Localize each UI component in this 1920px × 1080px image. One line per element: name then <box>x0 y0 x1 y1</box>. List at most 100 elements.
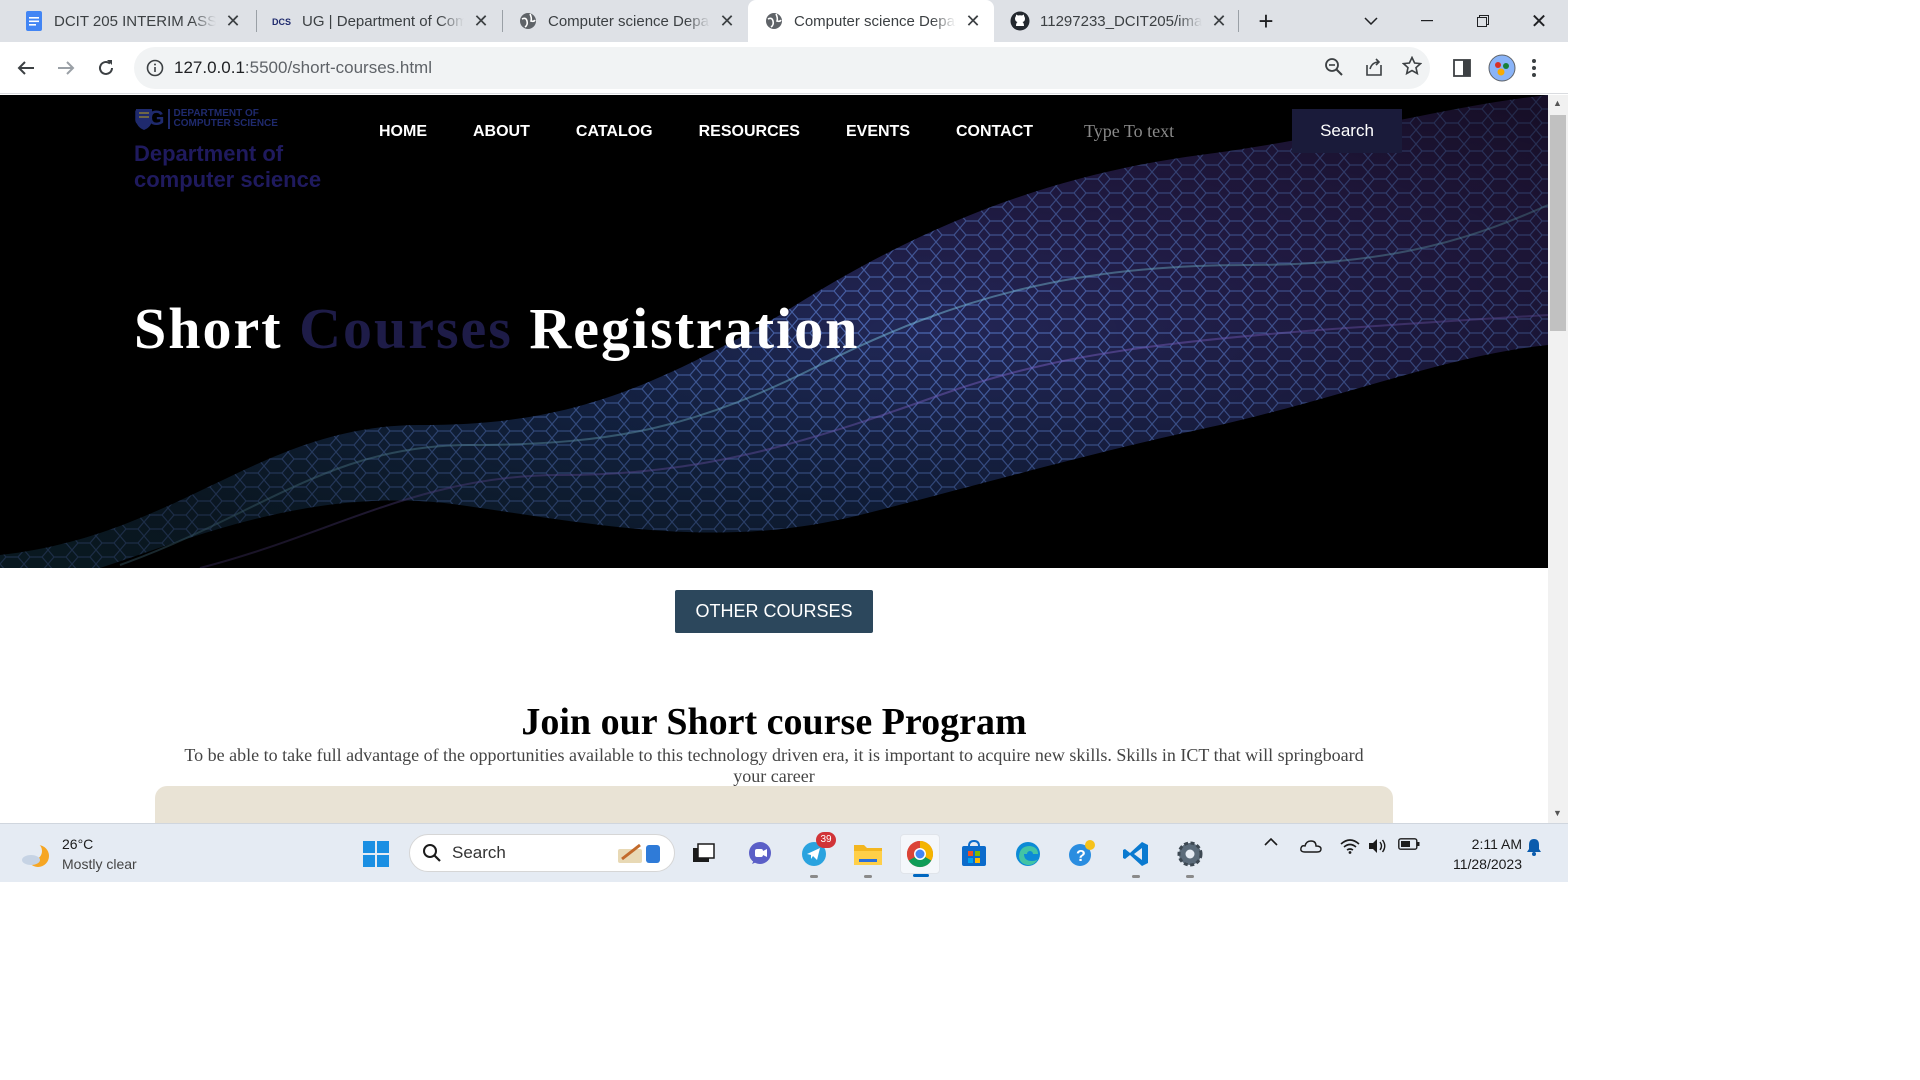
vscode-app[interactable] <box>1116 834 1156 878</box>
globe-icon <box>764 11 784 31</box>
onedrive-cloud-icon[interactable] <box>1298 838 1324 854</box>
folder-icon <box>854 845 882 865</box>
edge-icon <box>1016 842 1040 866</box>
tab-title: UG | Department of Com <box>302 12 464 30</box>
close-icon[interactable]: ✕ <box>472 12 490 30</box>
wifi-icon[interactable] <box>1338 838 1362 854</box>
browser-tab[interactable]: DCS UG | Department of Com ✕ <box>256 0 502 42</box>
nav-catalog[interactable]: CATALOG <box>576 123 653 141</box>
side-panel-icon[interactable] <box>1444 50 1480 86</box>
section-title: Join our Short course Program <box>521 701 1027 743</box>
tab-search-chevron-icon[interactable] <box>1356 0 1386 42</box>
svg-text:?: ? <box>1076 848 1086 865</box>
other-courses-button[interactable]: OTHER COURSES <box>675 590 873 633</box>
windows-taskbar: 26°C Mostly clear Search 39 ? 2:11 AM 11… <box>0 823 1568 882</box>
nav-resources[interactable]: RESOURCES <box>699 123 800 141</box>
ug-crest-icon <box>136 109 152 130</box>
running-indicator <box>1186 875 1194 878</box>
task-view-icon <box>693 843 715 862</box>
share-icon[interactable] <box>1364 57 1384 82</box>
browser-tab[interactable]: Computer science Depar ✕ <box>502 0 748 42</box>
tab-title: DCIT 205 INTERIM ASSES <box>54 12 216 30</box>
running-indicator <box>810 875 818 878</box>
notification-bell-icon[interactable] <box>1524 838 1544 856</box>
system-clock[interactable]: 2:11 AM 11/28/2023 <box>1432 834 1522 874</box>
reload-icon[interactable] <box>88 50 124 86</box>
page-scrollbar[interactable]: ▲ ▼ <box>1548 95 1568 823</box>
bookmark-star-icon[interactable] <box>1401 55 1423 81</box>
hero-banner: UG DEPARTMENT OFCOMPUTER SCIENCE Departm… <box>0 95 1548 568</box>
avatar[interactable] <box>1484 50 1520 86</box>
gear-icon <box>1177 841 1203 867</box>
site-info-icon[interactable] <box>146 59 164 82</box>
site-search-button[interactable]: Search <box>1292 109 1402 153</box>
docs-icon <box>24 11 44 31</box>
volume-icon[interactable] <box>1366 838 1390 854</box>
file-explorer-app[interactable] <box>848 834 888 878</box>
new-tab-plus-icon[interactable]: + <box>1250 0 1282 42</box>
address-bar[interactable]: 127.0.0.1:5500/short-courses.html <box>134 47 1430 89</box>
clock-date: 11/28/2023 <box>1452 856 1522 872</box>
forward-arrow-icon[interactable] <box>48 50 84 86</box>
url-text: 127.0.0.1:5500/short-courses.html <box>174 58 432 77</box>
site-logo: UG DEPARTMENT OFCOMPUTER SCIENCE <box>134 107 321 131</box>
github-icon <box>1010 11 1030 31</box>
site-brand[interactable]: UG DEPARTMENT OFCOMPUTER SCIENCE Departm… <box>134 107 321 193</box>
start-button[interactable] <box>356 834 396 874</box>
moon-cloud-icon <box>22 842 49 867</box>
svg-text:DCS: DCS <box>272 17 291 27</box>
logo-subtitle: DEPARTMENT OF COMPUTER SCIENCE <box>167 109 278 129</box>
browser-tab-active[interactable]: Computer science Depar ✕ <box>748 0 994 42</box>
browser-tab[interactable]: 11297233_DCIT205/imag ✕ <box>994 0 1240 42</box>
main-nav: HOME ABOUT CATALOG RESOURCES EVENTS CONT… <box>379 123 1079 141</box>
running-indicator <box>864 875 872 878</box>
settings-app[interactable] <box>1170 834 1210 878</box>
store-app[interactable] <box>954 834 994 874</box>
registration-form-panel <box>155 786 1393 823</box>
clock-time: 2:11 AM <box>1471 836 1522 852</box>
zoom-icon[interactable] <box>1324 57 1344 82</box>
restore-icon[interactable] <box>1464 0 1502 42</box>
close-icon[interactable]: ✕ <box>1210 12 1228 30</box>
browser-toolbar: 127.0.0.1:5500/short-courses.html <box>0 42 1568 94</box>
close-window-icon[interactable]: ✕ <box>1520 0 1558 42</box>
taskbar-search-label: Search <box>452 843 506 862</box>
telegram-app[interactable]: 39 <box>794 832 836 878</box>
section-description: To be able to take full advantage of the… <box>184 745 1364 786</box>
help-icon: ? <box>1069 840 1095 866</box>
close-icon[interactable]: ✕ <box>718 12 736 30</box>
tray-overflow-chevron-icon[interactable] <box>1260 838 1282 846</box>
close-icon[interactable]: ✕ <box>224 12 242 30</box>
running-indicator <box>1132 875 1140 878</box>
chrome-app[interactable] <box>900 834 940 877</box>
weather-condition: Mostly clear <box>62 856 137 872</box>
back-arrow-icon[interactable] <box>8 50 44 86</box>
minimize-icon[interactable] <box>1408 0 1446 42</box>
taskbar-search[interactable]: Search <box>409 834 675 872</box>
chrome-icon <box>906 840 934 868</box>
nav-home[interactable]: HOME <box>379 123 427 141</box>
weather-widget[interactable]: 26°C Mostly clear <box>20 834 137 874</box>
close-icon[interactable]: ✕ <box>964 12 982 30</box>
help-app[interactable]: ? <box>1062 834 1102 874</box>
site-search-input[interactable] <box>1070 109 1292 153</box>
edge-app[interactable] <box>1008 834 1048 874</box>
store-icon <box>962 840 986 866</box>
tab-separator <box>1238 10 1239 32</box>
browser-tabstrip: DCIT 205 INTERIM ASSES ✕ DCS UG | Depart… <box>0 0 1568 42</box>
task-view-app[interactable] <box>684 834 724 874</box>
scrollbar-thumb[interactable] <box>1550 115 1566 331</box>
nav-contact[interactable]: CONTACT <box>956 123 1033 141</box>
nav-about[interactable]: ABOUT <box>473 123 530 141</box>
notification-badge: 39 <box>816 832 836 848</box>
battery-icon[interactable] <box>1396 838 1422 850</box>
more-menu-icon[interactable] <box>1522 50 1546 86</box>
tab-title: Computer science Depar <box>548 12 710 30</box>
search-icon <box>423 844 441 862</box>
scroll-down-arrow-icon[interactable]: ▼ <box>1553 808 1562 818</box>
nav-events[interactable]: EVENTS <box>846 123 910 141</box>
tab-title: 11297233_DCIT205/imag <box>1040 12 1202 30</box>
scroll-up-arrow-icon[interactable]: ▲ <box>1553 98 1562 108</box>
browser-tab[interactable]: DCIT 205 INTERIM ASSES ✕ <box>8 0 254 42</box>
teams-chat-app[interactable] <box>740 834 780 874</box>
